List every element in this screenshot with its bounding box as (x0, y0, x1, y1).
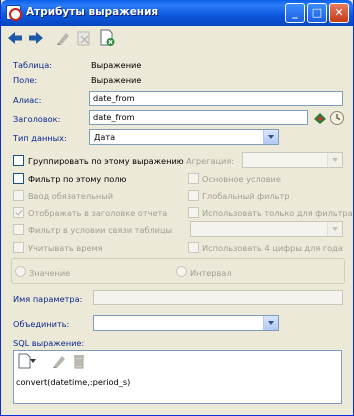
interval-radio-label: Интервал (190, 268, 232, 278)
show-in-header-label: Отображать в заголовке отчета (28, 208, 168, 218)
consider-time-checkbox (13, 242, 24, 253)
arrow-right-icon[interactable] (26, 28, 46, 48)
combine-label: Объединить: (13, 319, 70, 329)
filter-only-label: Использовать только для фильтра (202, 208, 353, 218)
sql-toolbar (13, 351, 133, 373)
delete-icon[interactable] (74, 28, 94, 48)
pen-icon[interactable] (53, 28, 73, 48)
sql-text[interactable]: convert(datetime,:period_s) (16, 377, 130, 387)
alias-input[interactable]: date_from (89, 91, 343, 106)
close-button[interactable]: ✕ (329, 3, 349, 23)
table-label: Таблица: (13, 60, 52, 70)
arrow-left-icon[interactable] (5, 28, 25, 48)
pen-icon[interactable] (49, 351, 69, 371)
trash-icon[interactable] (69, 351, 89, 371)
aggregation-label: Агрегация: (186, 156, 235, 166)
filter-only-checkbox (188, 207, 199, 218)
global-filter-label: Глобальный фильтр (202, 191, 290, 201)
main-condition-label: Основное условие (202, 174, 281, 184)
datatype-select[interactable]: Дата (89, 129, 279, 145)
new-document-icon[interactable] (97, 28, 117, 48)
value-radio-label: Значение (29, 268, 71, 278)
group-by-checkbox[interactable] (13, 155, 24, 166)
join-table-select (190, 221, 343, 237)
chevron-down-icon[interactable] (29, 351, 37, 371)
input-required-checkbox (13, 190, 24, 201)
combine-select[interactable] (93, 315, 279, 331)
table-value: Выражение (91, 60, 142, 70)
toolbar (5, 28, 349, 50)
use-4-digits-checkbox (188, 242, 199, 253)
filter-in-join-checkbox (13, 224, 24, 235)
param-name-input (93, 290, 343, 305)
consider-time-label: Учитывать время (28, 243, 103, 253)
group-by-label: Группировать по этому выражению (28, 156, 184, 166)
title-bar[interactable]: Атрибуты выражения _ □ ✕ (1, 0, 353, 26)
filter-by-checkbox[interactable] (13, 173, 24, 184)
maximize-button[interactable]: □ (307, 3, 327, 23)
minimize-button[interactable]: _ (285, 3, 305, 23)
chevron-down-icon[interactable] (263, 316, 278, 330)
field-value: Выражение (91, 75, 142, 85)
window-title: Атрибуты выражения (26, 6, 159, 18)
field-label: Поле: (13, 75, 38, 85)
main-condition-checkbox (188, 173, 199, 184)
chevron-down-icon (327, 222, 342, 236)
clock-icon[interactable] (327, 108, 347, 128)
sql-label: SQL выражение: (13, 338, 85, 348)
show-in-header-checkbox (13, 207, 24, 218)
app-icon (6, 5, 22, 21)
datatype-value: Дата (94, 132, 116, 142)
chevron-down-icon (327, 153, 342, 167)
chevron-down-icon[interactable] (263, 130, 278, 144)
datatype-label: Тип данных: (13, 133, 67, 143)
filter-by-label: Фильтр по этому полю (28, 174, 127, 184)
caption-label: Заголовок: (13, 114, 61, 124)
input-required-label: Ввод обязательный (28, 191, 114, 201)
interval-radio (176, 266, 187, 277)
attributes-window: Атрибуты выражения _ □ ✕ Таблица: Выраже… (0, 0, 354, 416)
filter-in-join-label: Фильтр в условии связи таблицы (28, 225, 173, 235)
value-radio (15, 266, 26, 277)
caption-input[interactable]: date_from (89, 110, 308, 125)
global-filter-checkbox (188, 190, 199, 201)
alias-label: Алиас: (13, 95, 42, 105)
param-name-label: Имя параметра: (13, 294, 83, 304)
use-4-digits-label: Использовать 4 цифры для года (202, 243, 343, 253)
aggregation-select (242, 152, 343, 168)
